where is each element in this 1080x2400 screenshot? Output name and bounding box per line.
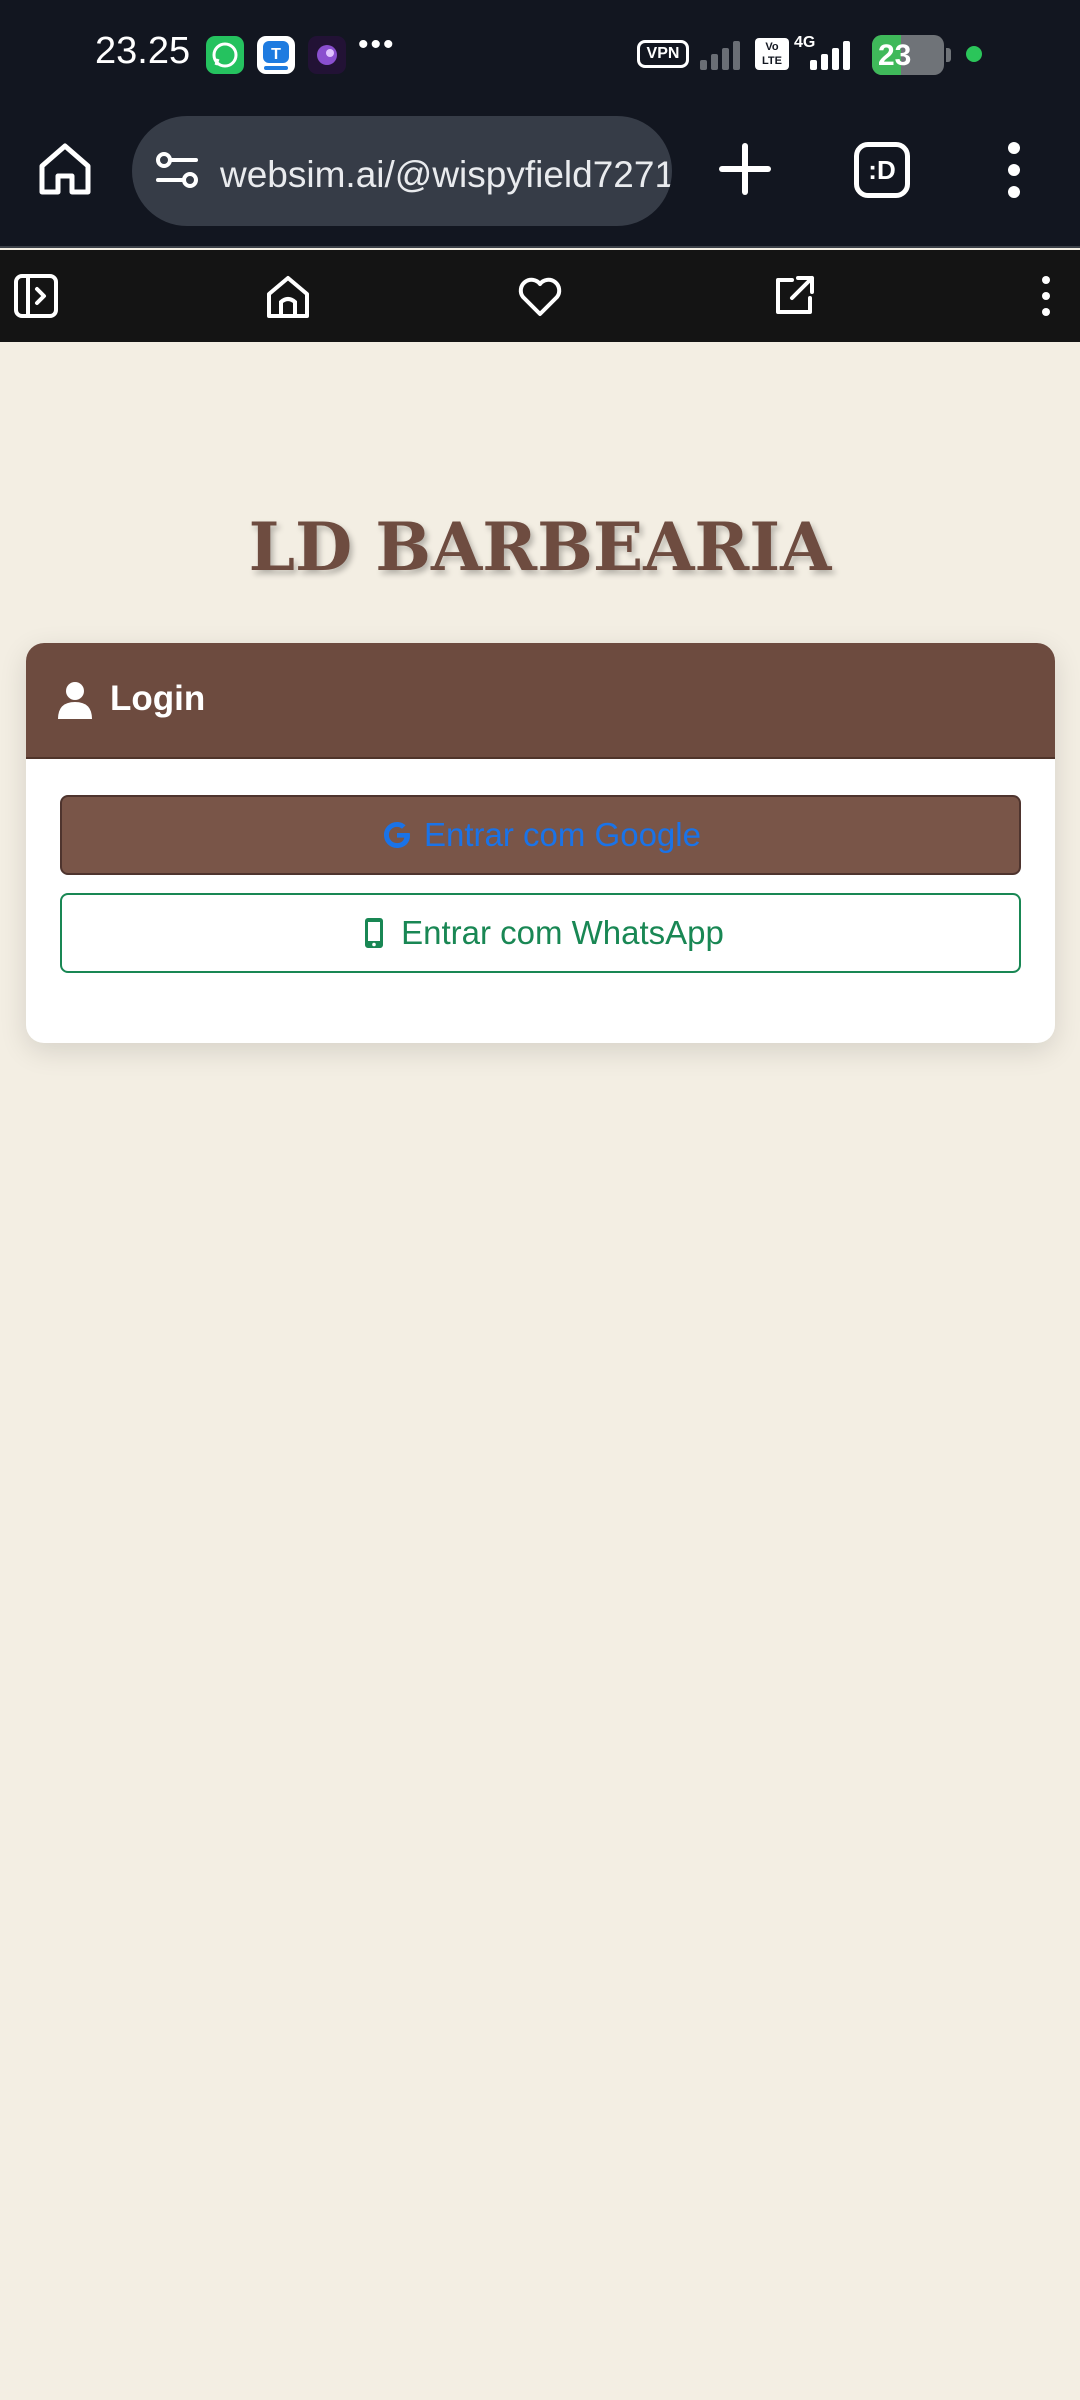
- whatsapp-notification-icon: [206, 36, 244, 74]
- signal-sim2-icon: [810, 41, 850, 70]
- more-notifications-icon: •••: [358, 28, 396, 61]
- home-icon[interactable]: [264, 272, 312, 320]
- login-card-header: Login: [26, 643, 1055, 759]
- more-vertical-icon[interactable]: [1022, 272, 1070, 320]
- mobile-phone-icon: [365, 918, 384, 948]
- site-settings-icon[interactable]: [154, 148, 200, 194]
- address-bar[interactable]: websim.ai/@wispyfield7271: [132, 116, 672, 226]
- sidebar-toggle-icon[interactable]: [12, 272, 60, 320]
- svg-text:T: T: [271, 46, 281, 63]
- browser-toolbar: websim.ai/@wispyfield7271 :D: [0, 108, 1080, 248]
- battery-tip: [946, 48, 951, 62]
- url-text[interactable]: websim.ai/@wispyfield7271: [220, 154, 672, 196]
- signal-sim1-icon: [700, 41, 740, 70]
- battery-icon: 23: [872, 35, 944, 75]
- tab-switcher-button[interactable]: :D: [854, 142, 910, 198]
- game-notification-icon: [308, 36, 346, 74]
- volte-icon: Vo LTE: [755, 38, 789, 70]
- heart-icon[interactable]: [516, 272, 564, 320]
- browser-menu-button[interactable]: [998, 138, 1030, 202]
- site-toolbar: [0, 250, 1080, 342]
- privacy-indicator-dot: [966, 46, 982, 62]
- google-icon: [384, 822, 411, 848]
- whatsapp-login-button[interactable]: Entrar com WhatsApp: [60, 893, 1021, 973]
- login-card-title: Login: [110, 679, 206, 718]
- new-tab-button[interactable]: [716, 140, 774, 198]
- app-notification-icon: T: [257, 36, 295, 74]
- login-card: Login Entrar com Google Entrar com Whats…: [26, 643, 1055, 1043]
- external-link-icon[interactable]: [770, 272, 818, 320]
- whatsapp-login-label: Entrar com WhatsApp: [401, 914, 724, 951]
- user-icon: [58, 682, 92, 719]
- home-button[interactable]: [34, 138, 96, 200]
- status-bar: 23.25 T ••• VPN Vo LTE 4G 23: [0, 0, 1080, 108]
- google-login-label: Entrar com Google: [424, 816, 701, 853]
- vpn-icon: VPN: [637, 40, 689, 68]
- status-time: 23.25: [95, 30, 191, 72]
- battery-level: 23: [878, 39, 912, 72]
- page-title: LD BARBEARIA: [248, 508, 832, 586]
- google-login-button[interactable]: Entrar com Google: [60, 795, 1021, 875]
